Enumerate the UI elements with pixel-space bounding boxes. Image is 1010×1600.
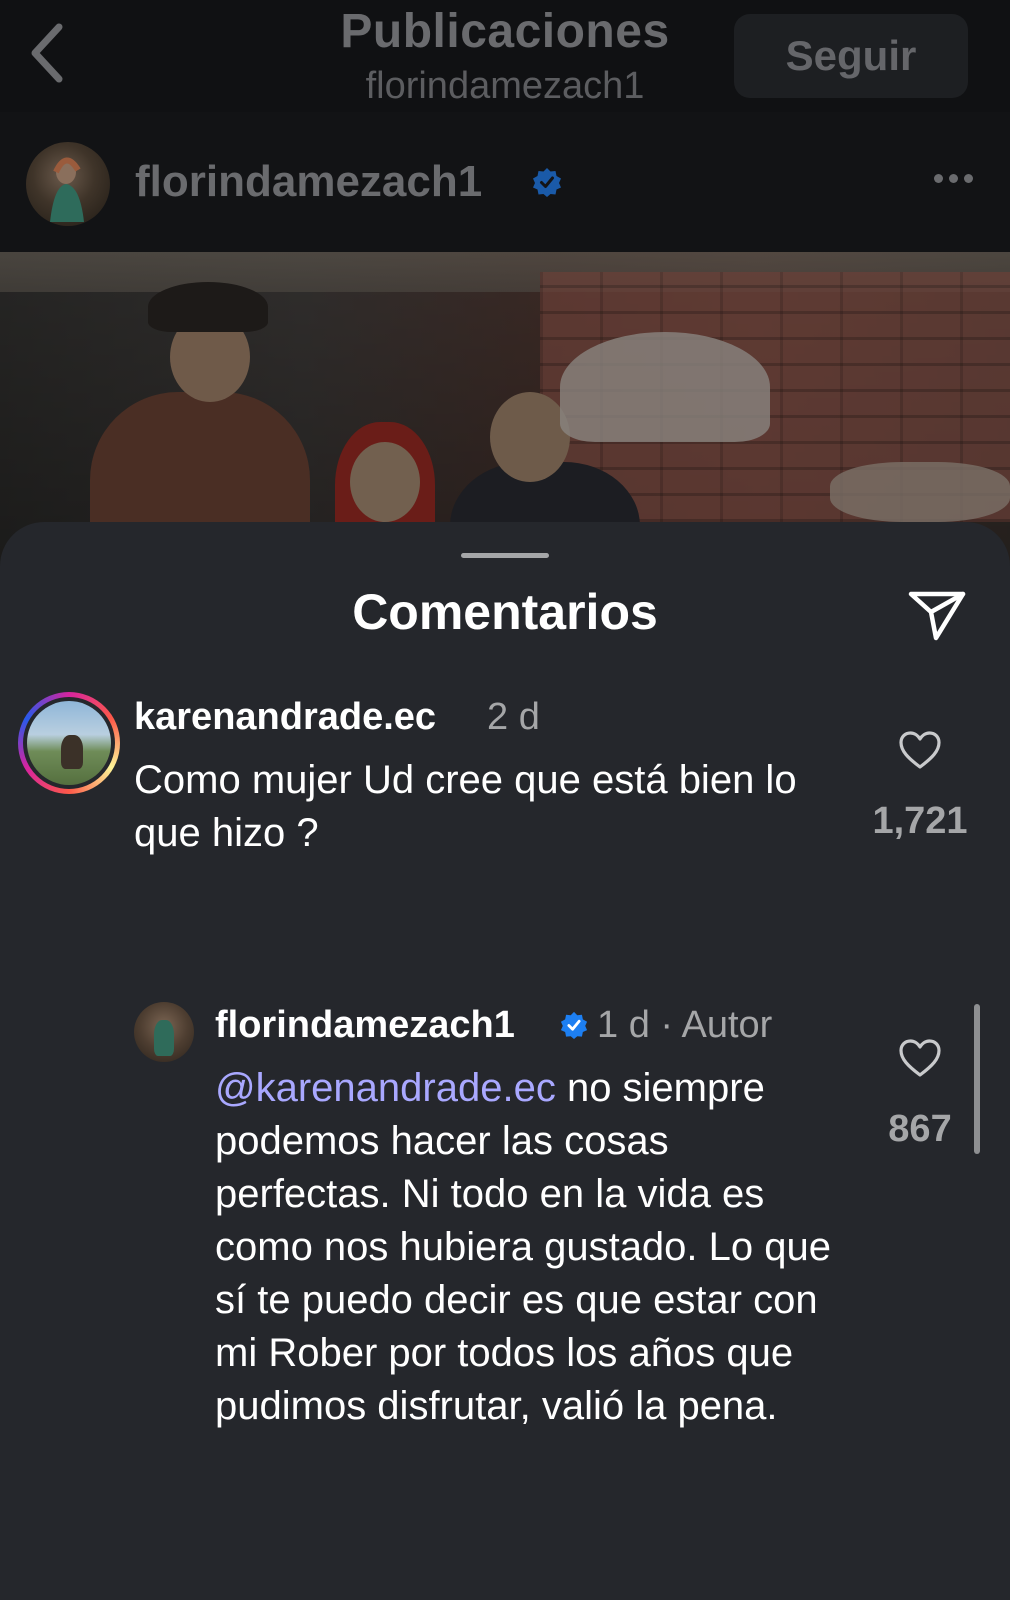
verified-badge-icon <box>533 168 561 197</box>
reply-text: @karenandrade.ec no siempre podemos hace… <box>215 1062 855 1433</box>
reply-author-avatar[interactable] <box>134 1002 194 1062</box>
avatar-person <box>154 1020 174 1056</box>
image-prop <box>830 462 1010 522</box>
reply-text-body: no siempre podemos hacer las cosas perfe… <box>215 1066 831 1428</box>
scrollbar[interactable] <box>974 1004 980 1154</box>
follow-button[interactable]: Seguir <box>734 14 968 98</box>
post-header: florindamezach1 <box>0 112 1010 252</box>
reply-comment-item: florindamezach1 1 d · Autor @karenandrad… <box>0 522 1010 1600</box>
reply-username[interactable]: florindamezach1 <box>215 1002 515 1048</box>
image-cowboy-hat <box>148 282 268 332</box>
avatar-photo <box>50 157 84 222</box>
image-figure <box>490 392 570 482</box>
more-horizontal-icon <box>963 173 973 183</box>
top-navigation-bar: Publicaciones florindamezach1 Seguir <box>0 0 1010 112</box>
post-author-avatar[interactable] <box>26 142 110 226</box>
like-count: 867 <box>888 1108 952 1150</box>
post-author-username[interactable]: florindamezach1 <box>135 152 482 212</box>
image-figure <box>350 442 420 522</box>
mention-link[interactable]: @karenandrade.ec <box>215 1066 556 1110</box>
verified-badge-icon <box>560 1011 588 1039</box>
more-horizontal-icon <box>948 173 958 183</box>
more-options-button[interactable] <box>928 158 978 198</box>
reply-time-author: 1 d · Autor <box>597 1004 773 1046</box>
image-umbrella <box>560 332 770 442</box>
more-horizontal-icon <box>933 173 943 183</box>
comments-sheet: Comentarios karenandrade.ec 2 d Como muj… <box>0 522 1010 1600</box>
heart-icon[interactable] <box>898 1038 942 1078</box>
